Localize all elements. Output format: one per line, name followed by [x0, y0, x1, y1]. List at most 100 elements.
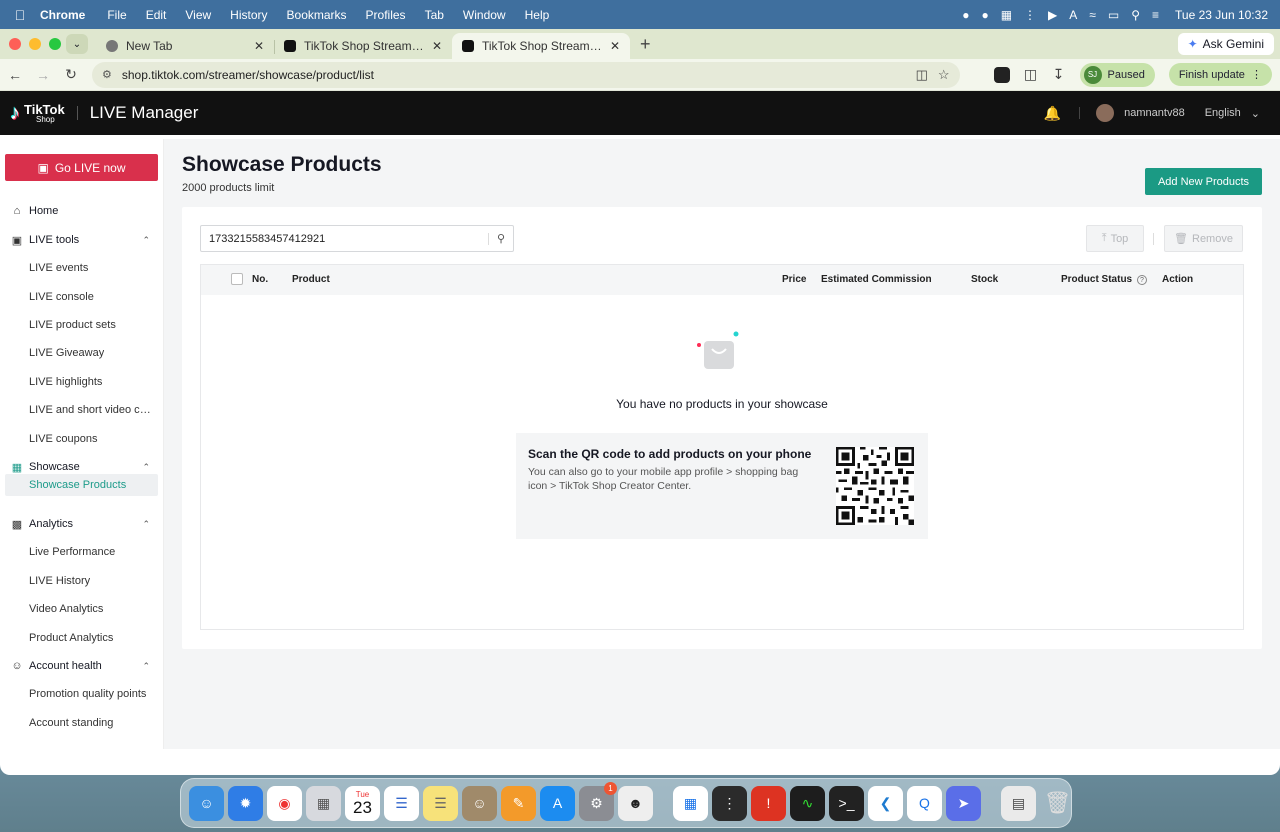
wifi-icon[interactable]: ≈ — [1089, 8, 1096, 22]
bookmark-star-icon[interactable]: ☆ — [938, 67, 950, 83]
menu-help[interactable]: Help — [525, 8, 550, 22]
contacts-icon[interactable]: ☺ — [462, 785, 497, 821]
chat-app-icon[interactable]: ➤ — [946, 785, 981, 821]
menu-bookmarks[interactable]: Bookmarks — [287, 8, 347, 22]
help-question-icon[interactable]: ? — [1136, 275, 1147, 285]
select-all-checkbox[interactable] — [231, 273, 243, 285]
top-button[interactable]: ⤒ Top — [1086, 225, 1144, 252]
more-vertical-icon[interactable]: ⋮ — [1248, 69, 1262, 81]
windows-app-icon[interactable]: ▦ — [673, 785, 708, 821]
menu-file[interactable]: File — [107, 8, 126, 22]
menu-view[interactable]: View — [185, 8, 211, 22]
address-bar[interactable]: ⚙ shop.tiktok.com/streamer/showcase/prod… — [92, 61, 960, 88]
user-avatar[interactable] — [1096, 104, 1115, 122]
forward-arrow-icon[interactable]: → — [36, 67, 50, 83]
sidebar-item-live-coupons[interactable]: LIVE coupons — [0, 428, 164, 450]
sidebar-item-live-performance[interactable]: Live Performance — [0, 541, 164, 563]
dots-grid-status-icon[interactable]: ⋮ — [1024, 8, 1036, 22]
vscode-icon[interactable]: ❮ — [868, 785, 903, 821]
extension-status-icon[interactable]: ● — [981, 8, 988, 22]
site-info-icon[interactable]: ⚙ — [102, 68, 112, 81]
menu-app-name[interactable]: Chrome — [40, 8, 85, 22]
tab-new-tab[interactable]: New Tab ✕ — [96, 33, 274, 59]
search-status-icon[interactable]: ● — [962, 8, 969, 22]
new-tab-plus-icon[interactable]: + — [640, 34, 651, 55]
downloads-icon[interactable]: ↧ — [1052, 66, 1066, 83]
menu-profiles[interactable]: Profiles — [366, 8, 406, 22]
tab-tiktok-1[interactable]: TikTok Shop Streamer Deskto ✕ — [274, 33, 452, 59]
documents-stack-icon[interactable]: ▤ — [1001, 785, 1036, 821]
sidebar-item-live-campaigns[interactable]: LIVE and short video campaigns — [0, 399, 164, 421]
language-selector[interactable]: English — [1205, 107, 1241, 119]
red-app-icon[interactable]: ! — [751, 785, 786, 821]
sidebar-item-live-product-sets[interactable]: LIVE product sets — [0, 314, 164, 336]
chrome-icon[interactable]: ◉ — [267, 785, 302, 821]
sidebar-item-live-giveaway[interactable]: LIVE Giveaway — [0, 342, 164, 364]
close-tab-icon[interactable]: ✕ — [432, 39, 442, 53]
add-new-products-button[interactable]: Add New Products — [1145, 168, 1262, 195]
puzzle-extensions-icon[interactable]: ◫ — [1024, 66, 1038, 83]
finder-icon[interactable]: ☺ — [189, 785, 224, 821]
play-status-icon[interactable]: ▶ — [1048, 8, 1057, 22]
q-app-icon[interactable]: Q — [907, 785, 942, 821]
keyboard-input-icon[interactable]: A — [1069, 8, 1077, 22]
extension-icon[interactable] — [993, 66, 1010, 83]
sidebar-item-analytics[interactable]: ▩ Analytics ⌃ — [0, 513, 164, 535]
menu-tab[interactable]: Tab — [425, 8, 444, 22]
install-app-icon[interactable]: ◫ — [916, 67, 928, 83]
finish-update-button[interactable]: Finish update ⋮ — [1168, 63, 1272, 86]
notification-bell-icon[interactable]: 🔔 — [1044, 105, 1061, 122]
trash-icon[interactable]: 🗑 — [1040, 786, 1075, 821]
calendar-app-icon[interactable]: Tue 23 — [345, 785, 380, 821]
tab-tiktok-active[interactable]: TikTok Shop Streamer Deskto ✕ — [452, 33, 630, 59]
sidebar-item-live-history[interactable]: LIVE History — [0, 570, 164, 592]
apple-icon[interactable]:  — [0, 7, 40, 23]
search-icon[interactable]: ⚲ — [497, 232, 505, 245]
terminal-icon[interactable]: >_ — [829, 785, 864, 821]
close-tab-icon[interactable]: ✕ — [610, 39, 620, 53]
dots-app-icon[interactable]: ⋮ — [712, 785, 747, 821]
sidebar-item-account-health[interactable]: ☺ Account health ⌃ — [0, 655, 164, 677]
sidebar-item-live-events[interactable]: LIVE events — [0, 257, 164, 279]
close-window-button[interactable] — [9, 38, 21, 50]
menu-window[interactable]: Window — [463, 8, 506, 22]
tiktok-shop-logo[interactable]: ♪ TikTok Shop — [10, 102, 65, 125]
ask-gemini-button[interactable]: ✦ Ask Gemini — [1177, 33, 1274, 55]
url-text[interactable]: shop.tiktok.com/streamer/showcase/produc… — [122, 68, 906, 82]
menu-history[interactable]: History — [230, 8, 267, 22]
sidebar-item-live-console[interactable]: LIVE console — [0, 286, 164, 308]
sidebar-item-live-highlights[interactable]: LIVE highlights — [0, 371, 164, 393]
back-arrow-icon[interactable]: ← — [8, 67, 22, 83]
notes-icon[interactable]: ☰ — [423, 785, 458, 821]
menubar-clock[interactable]: Tue 23 Jun 10:32 — [1175, 8, 1268, 22]
sidebar-item-product-analytics[interactable]: Product Analytics — [0, 627, 164, 649]
sidebar-item-promotion-quality[interactable]: Promotion quality points — [0, 683, 164, 705]
battery-icon[interactable]: ▭ — [1108, 8, 1119, 22]
go-live-button[interactable]: ▣ Go LIVE now — [5, 154, 158, 181]
app-store-icon[interactable]: A — [540, 785, 575, 821]
sidebar-item-showcase-products[interactable]: Showcase Products — [5, 474, 158, 496]
control-center-icon[interactable]: ≡ — [1152, 8, 1159, 22]
remove-button[interactable]: 🗑 Remove — [1164, 225, 1243, 252]
close-tab-icon[interactable]: ✕ — [254, 39, 264, 53]
system-settings-icon[interactable]: ⚙ 1 — [579, 781, 617, 821]
activity-monitor-icon[interactable]: ∿ — [790, 785, 825, 821]
sidebar-item-home[interactable]: ⌂ Home — [0, 200, 164, 222]
menu-edit[interactable]: Edit — [146, 8, 167, 22]
safari-icon[interactable]: ✹ — [228, 785, 263, 821]
sidebar-item-account-standing[interactable]: Account standing — [0, 712, 164, 734]
username[interactable]: namnantv88 — [1124, 107, 1185, 119]
character-app-icon[interactable]: ☻ — [618, 785, 653, 821]
product-search-input[interactable]: 1733215583457412921 ⚲ — [200, 225, 514, 252]
reload-icon[interactable]: ↻ — [64, 66, 78, 83]
reminders-icon[interactable]: ☰ — [384, 785, 419, 821]
sidebar-item-live-tools[interactable]: ▣ LIVE tools ⌃ — [0, 229, 164, 251]
spotlight-search-icon[interactable]: ⚲ — [1131, 8, 1140, 22]
search-query[interactable]: 1733215583457412921 — [209, 233, 488, 245]
pages-icon[interactable]: ✎ — [501, 785, 536, 821]
chevron-down-icon[interactable]: ⌄ — [1251, 107, 1260, 120]
tab-search-chevron-icon[interactable]: ⌄ — [66, 34, 88, 54]
minimize-window-button[interactable] — [29, 38, 41, 50]
zoom-window-button[interactable] — [49, 38, 61, 50]
profile-button[interactable]: SJ Paused — [1079, 62, 1155, 87]
